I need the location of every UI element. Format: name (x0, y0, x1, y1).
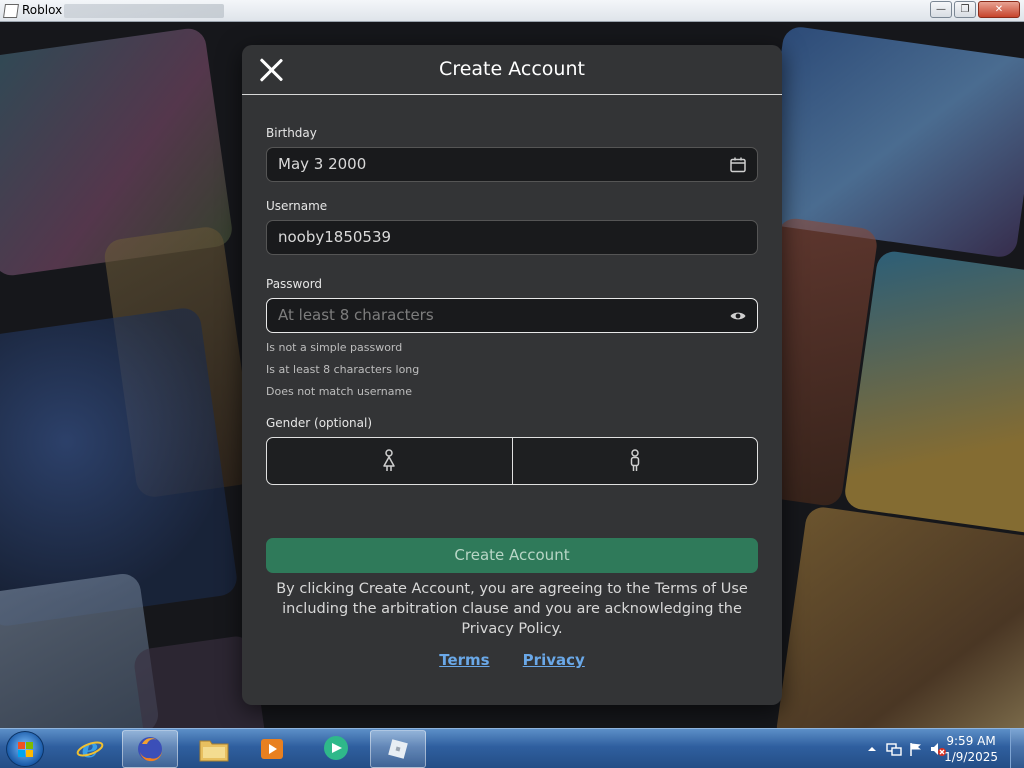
username-value: nooby1850539 (278, 228, 392, 246)
taskbar-clock[interactable]: 9:59 AM 1/9/2025 (944, 733, 998, 765)
network-icon[interactable] (886, 741, 902, 757)
svg-text:e: e (82, 734, 99, 764)
roblox-icon (388, 739, 408, 759)
bg-tile (774, 505, 1024, 728)
terms-link[interactable]: Terms (439, 651, 489, 669)
dialog-header: Create Account (242, 45, 782, 95)
clock-date: 1/9/2025 (944, 750, 998, 764)
window-title: Roblox (22, 3, 63, 17)
eye-icon[interactable] (729, 307, 747, 325)
legal-links: Terms Privacy (242, 650, 782, 669)
username-field[interactable]: nooby1850539 (266, 220, 758, 255)
window-titlebar: Roblox — ❐ ✕ (0, 0, 1024, 22)
female-icon (383, 449, 395, 471)
file-explorer-taskbar-button[interactable] (186, 730, 242, 768)
birthday-label: Birthday (266, 126, 317, 140)
window-controls: — ❐ ✕ (930, 1, 1020, 18)
password-hint-length: Is at least 8 characters long (266, 363, 420, 376)
bg-tile (0, 571, 161, 728)
restore-button[interactable]: ❐ (954, 1, 976, 18)
privacy-link[interactable]: Privacy (523, 651, 585, 669)
gender-selector (266, 437, 758, 485)
password-hint-username: Does not match username (266, 385, 412, 398)
start-button[interactable] (6, 731, 44, 767)
show-desktop-button[interactable] (1010, 729, 1024, 768)
internet-explorer-taskbar-button[interactable]: e (62, 730, 118, 768)
roblox-app-icon (3, 4, 19, 18)
blurred-title-area (64, 4, 224, 18)
gender-female-button[interactable] (267, 438, 512, 484)
create-account-dialog: Create Account Birthday May 3 2000 Usern… (242, 45, 782, 705)
calendar-icon[interactable] (729, 156, 747, 174)
gender-label: Gender (optional) (266, 416, 373, 430)
windows-logo-icon (18, 742, 34, 758)
roblox-taskbar-button[interactable] (370, 730, 426, 768)
birthday-field[interactable]: May 3 2000 (266, 147, 758, 182)
password-field[interactable]: At least 8 characters (266, 298, 758, 333)
internet-explorer-icon: e (76, 734, 104, 764)
chat-app-taskbar-button[interactable] (308, 730, 364, 768)
password-placeholder: At least 8 characters (278, 306, 434, 324)
media-player-taskbar-button[interactable] (244, 730, 300, 768)
taskbar: e 9:59 AM 1/9/2025 (0, 728, 1024, 768)
male-icon (630, 449, 639, 471)
minimize-button[interactable]: — (930, 1, 952, 18)
firefox-taskbar-button[interactable] (122, 730, 178, 768)
media-player-icon (261, 739, 283, 759)
firefox-icon (138, 737, 163, 762)
password-hint-simple: Is not a simple password (266, 341, 403, 354)
system-tray: 9:59 AM 1/9/2025 (834, 729, 1024, 768)
show-hidden-icons-icon[interactable] (864, 741, 880, 757)
create-account-button[interactable]: Create Account (266, 538, 758, 573)
username-label: Username (266, 199, 328, 213)
close-window-button[interactable]: ✕ (978, 1, 1020, 18)
gender-male-button[interactable] (511, 438, 758, 484)
dialog-title: Create Account (439, 58, 585, 80)
clock-time: 9:59 AM (946, 734, 996, 748)
file-explorer-icon (199, 740, 229, 762)
action-center-flag-icon[interactable] (908, 741, 924, 757)
birthday-value: May 3 2000 (278, 155, 367, 173)
legal-disclaimer: By clicking Create Account, you are agre… (276, 581, 748, 637)
password-label: Password (266, 277, 323, 291)
chat-app-icon (324, 736, 348, 760)
